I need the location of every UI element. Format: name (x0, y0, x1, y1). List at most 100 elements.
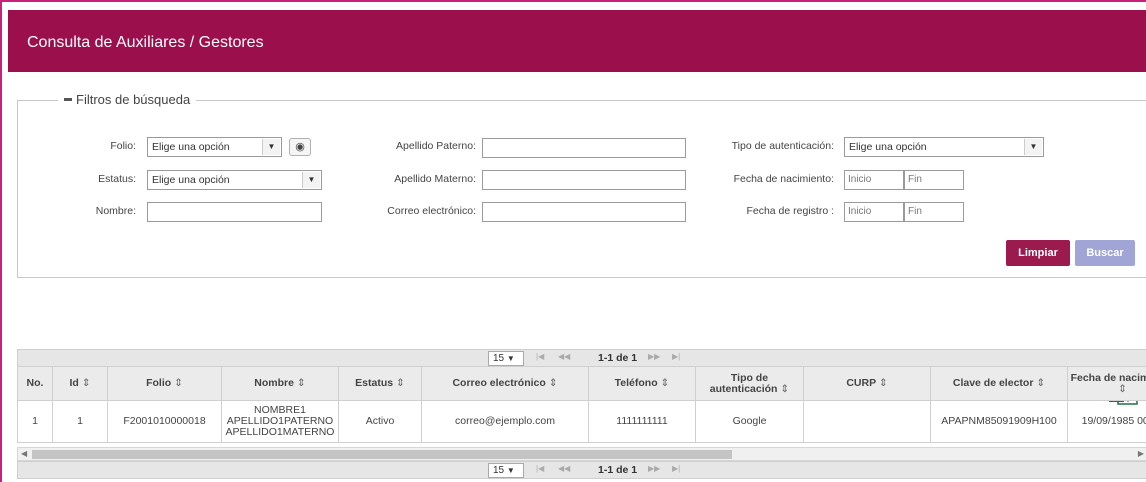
sort-icon: ⇕ (660, 377, 670, 389)
page-title: Consulta de Auxiliares / Gestores (27, 34, 264, 51)
col-no-label: No. (26, 377, 44, 389)
col-curp[interactable]: CURP ⇕ (803, 366, 931, 401)
cell-folio: F2001010000018 (107, 400, 222, 443)
correo-label: Correo electrónico: (387, 205, 476, 217)
fecha-nacimiento-label: Fecha de nacimiento: (733, 173, 834, 185)
cell-telefono: 1111111111 (588, 400, 696, 443)
col-estatus[interactable]: Estatus ⇕ (338, 366, 422, 401)
pager-top: 15 ▼ |◀ ◀◀ 1-1 de 1 ▶▶ ▶| (17, 349, 1146, 367)
eye-icon: ◉ (295, 141, 305, 153)
cell-nombre: NOMBRE1 APELLIDO1PATERNO APELLIDO1MATERN… (221, 400, 339, 443)
next-page-button[interactable]: ▶▶ (648, 464, 660, 473)
last-page-button[interactable]: ▶| (672, 464, 680, 473)
cell-curp (803, 400, 931, 443)
col-correo-label: Correo electrónico (452, 377, 546, 389)
col-nombre[interactable]: Nombre ⇕ (221, 366, 339, 401)
col-clave-elector[interactable]: Clave de elector ⇕ (930, 366, 1068, 401)
prev-page-button[interactable]: ◀◀ (558, 352, 570, 361)
clear-button[interactable]: Limpiar (1006, 240, 1070, 266)
cell-fecha-nacimiento: 19/09/1985 00:00 (1067, 400, 1146, 443)
tipo-autenticacion-select-value: Elige una opción (849, 141, 927, 153)
fecha-nacimiento-fin[interactable]: Fin (904, 170, 964, 190)
scrollbar-thumb[interactable] (32, 450, 732, 459)
chevron-down-icon: ▼ (506, 466, 515, 475)
chevron-down-icon: ▼ (1024, 139, 1042, 155)
chevron-down-icon: ▼ (506, 354, 515, 363)
apellido-paterno-input[interactable] (482, 138, 686, 158)
scroll-left-icon[interactable]: ◀ (21, 449, 27, 458)
cell-no: 1 (17, 400, 53, 443)
apellido-paterno-label: Apellido Paterno: (396, 140, 476, 152)
col-telefono[interactable]: Teléfono ⇕ (588, 366, 696, 401)
col-tipo-autenticacion[interactable]: Tipo de autenticación ⇕ (695, 366, 804, 401)
rows-per-page-value: 15 (493, 465, 505, 476)
chevron-down-icon: ▼ (262, 139, 280, 155)
sort-icon: ⇕ (548, 377, 558, 389)
sort-icon: ⇕ (396, 377, 405, 389)
col-folio[interactable]: Folio ⇕ (107, 366, 222, 401)
cell-nombre-line: APELLIDO1MATERNO (225, 426, 335, 438)
sort-icon: ⇕ (1036, 377, 1046, 389)
folio-select[interactable]: Elige una opción ▼ (147, 137, 282, 157)
col-folio-label: Folio (146, 377, 172, 389)
col-telefono-label: Teléfono (614, 377, 658, 389)
scroll-right-icon[interactable]: ▶ (1138, 449, 1144, 458)
folio-view-button[interactable]: ◉ (289, 138, 311, 156)
last-page-button[interactable]: ▶| (672, 352, 680, 361)
sort-icon: ⇕ (296, 377, 306, 389)
tipo-autenticacion-label: Tipo de autenticación: (731, 140, 834, 152)
sort-icon: ⇕ (780, 382, 790, 395)
estatus-label: Estatus: (98, 173, 136, 185)
sort-icon: ⇕ (878, 377, 888, 389)
apellido-materno-input[interactable] (482, 170, 686, 190)
fecha-nacimiento-inicio[interactable]: Inicio (844, 170, 904, 190)
horizontal-scrollbar[interactable]: ◀ ▶ (17, 447, 1146, 461)
cell-id: 1 (52, 400, 108, 443)
folio-label: Folio: (110, 140, 136, 152)
rows-per-page-select[interactable]: 15 ▼ (488, 463, 524, 478)
col-estatus-label: Estatus (355, 377, 394, 389)
table-header-row: No. Id ⇕ Folio ⇕ Nombre ⇕ Estatus ⇕ Corr… (17, 366, 1146, 401)
fecha-registro-inicio[interactable]: Inicio (844, 202, 904, 222)
apellido-materno-label: Apellido Materno: (394, 173, 476, 185)
results-table: No. Id ⇕ Folio ⇕ Nombre ⇕ Estatus ⇕ Corr… (17, 366, 1146, 443)
pager-bottom: 15 ▼ |◀ ◀◀ 1-1 de 1 ▶▶ ▶| (17, 461, 1146, 479)
col-clave-elector-label: Clave de elector (952, 377, 1034, 389)
cell-tipo-autenticacion: Google (695, 400, 804, 443)
nombre-label: Nombre: (95, 205, 136, 217)
estatus-select[interactable]: Elige una opción ▼ (147, 170, 322, 190)
cell-clave-elector: APAPNM85091909H100 (930, 400, 1068, 443)
rows-per-page-select[interactable]: 15 ▼ (488, 351, 524, 366)
search-button[interactable]: Buscar (1075, 240, 1135, 266)
estatus-select-value: Elige una opción (152, 174, 230, 186)
sort-icon: ⇕ (1118, 382, 1127, 395)
chevron-down-icon: ▼ (302, 172, 320, 188)
pager-info: 1-1 de 1 (598, 352, 638, 364)
rows-per-page-value: 15 (493, 353, 505, 364)
folio-select-value: Elige una opción (152, 141, 230, 153)
collapse-icon[interactable] (64, 98, 72, 101)
col-nombre-label: Nombre (254, 377, 294, 389)
col-tipo-autenticacion-label: Tipo de autenticación (709, 371, 778, 395)
tipo-autenticacion-select[interactable]: Elige una opción ▼ (844, 137, 1044, 157)
first-page-button[interactable]: |◀ (536, 352, 544, 361)
col-id[interactable]: Id ⇕ (52, 366, 108, 401)
cell-correo: correo@ejemplo.com (421, 400, 589, 443)
fecha-registro-label: Fecha de registro : (746, 205, 834, 217)
nombre-input[interactable] (147, 202, 322, 222)
col-fecha-nacimiento[interactable]: Fecha de nacimiento⇕ (1067, 366, 1146, 401)
fecha-registro-fin[interactable]: Fin (904, 202, 964, 222)
col-correo[interactable]: Correo electrónico ⇕ (421, 366, 589, 401)
filters-legend[interactable]: Filtros de búsqueda (58, 92, 197, 107)
filters-legend-label: Filtros de búsqueda (76, 92, 191, 107)
prev-page-button[interactable]: ◀◀ (558, 464, 570, 473)
cell-estatus: Activo (338, 400, 422, 443)
next-page-button[interactable]: ▶▶ (648, 352, 660, 361)
col-fecha-nacimiento-label: Fecha de nacimiento (1070, 371, 1146, 384)
first-page-button[interactable]: |◀ (536, 464, 544, 473)
correo-input[interactable] (482, 202, 686, 222)
col-id-label: Id (69, 377, 79, 389)
table-row[interactable]: 1 1 F2001010000018 NOMBRE1 APELLIDO1PATE… (17, 400, 1146, 443)
sort-icon: ⇕ (174, 377, 183, 389)
col-curp-label: CURP (846, 377, 876, 389)
